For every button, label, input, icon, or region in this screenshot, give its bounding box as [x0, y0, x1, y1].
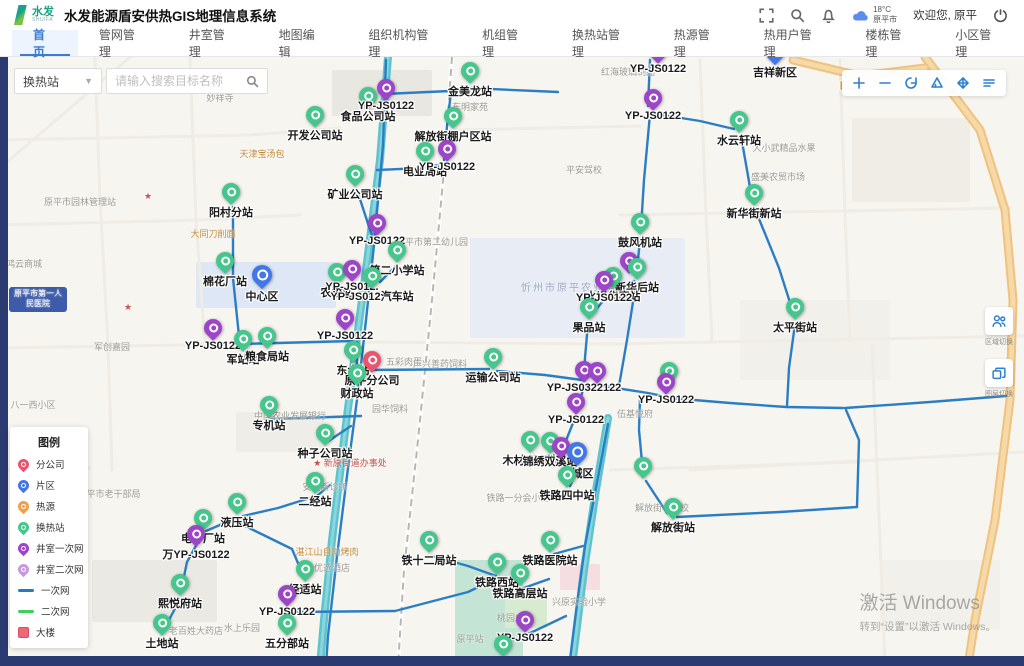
chevron-down-icon: ▼: [84, 76, 93, 86]
page-title: 水发能源盾安供热GIS地理信息系统: [64, 5, 276, 25]
tab-机组管理[interactable]: 机组管理: [461, 30, 551, 56]
legend-pin-icon: [16, 540, 32, 556]
tab-管网管理[interactable]: 管网管理: [78, 30, 168, 56]
zoom-out-button[interactable]: [874, 72, 896, 94]
welcome-text: 欢迎您, 原平: [913, 7, 977, 23]
layer-list-icon: [982, 76, 996, 90]
map-edge-bottom: [0, 656, 1024, 666]
legend-title: 图例: [18, 434, 80, 450]
weather-city: 原平市: [873, 15, 897, 25]
region-switch-icon: [991, 313, 1007, 329]
search-box: [106, 68, 268, 94]
map-search-bar: 换热站 ▼: [14, 68, 268, 94]
cloud-icon: [852, 9, 869, 22]
legend-item-井室一次网: 井室一次网: [18, 541, 80, 555]
legend-pin-icon: [16, 519, 32, 535]
legend-square-swatch: [18, 627, 29, 638]
legend-pin-icon: [16, 477, 32, 493]
tab-热用户管理[interactable]: 热用户管理: [743, 30, 845, 56]
legend-item-换热站: 换热站: [18, 520, 80, 534]
search-type-select[interactable]: 换热站 ▼: [14, 68, 102, 94]
region-switch-button[interactable]: 区域切换: [982, 307, 1016, 347]
tab-地图编辑[interactable]: 地图编辑: [258, 30, 348, 56]
legend-item-大楼: 大楼: [18, 625, 80, 639]
tab-热源管理[interactable]: 热源管理: [653, 30, 743, 56]
tab-井室管理[interactable]: 井室管理: [168, 30, 258, 56]
measure-icon: [930, 76, 944, 90]
measure-button[interactable]: [926, 72, 948, 94]
search-icon[interactable]: [790, 8, 805, 23]
tab-组织机构管理[interactable]: 组织机构管理: [347, 30, 461, 56]
logout-icon[interactable]: [993, 8, 1008, 23]
map-side-tools: 区域切换图层切换: [982, 307, 1016, 399]
pan-icon: [956, 76, 970, 90]
zoom-in-button[interactable]: [848, 72, 870, 94]
layer-switch-button[interactable]: 图层切换: [982, 359, 1016, 399]
map-canvas[interactable]: 原平市实验中学妙祥寺天津宝汤包原平市园林管理站大同刀削面原平市第二幼儿园忻州市原…: [0, 57, 1024, 666]
tab-楼栋管理[interactable]: 楼栋管理: [844, 30, 934, 56]
logo-icon: [14, 5, 29, 25]
legend-line-swatch: [18, 610, 34, 613]
app-logo: 水发 SHUIFA: [14, 5, 54, 25]
tab-首页[interactable]: 首页: [12, 30, 78, 56]
layer-list-button[interactable]: [978, 72, 1000, 94]
main-nav: 首页管网管理井室管理地图编辑组织机构管理机组管理换热站管理热源管理热用户管理楼栋…: [0, 30, 1024, 57]
zoom-in-icon: [852, 76, 866, 90]
legend-pin-icon: [16, 498, 32, 514]
layer-switch-icon: [991, 365, 1007, 381]
zoom-out-icon: [878, 76, 892, 90]
legend-pin-icon: [16, 456, 32, 472]
legend-item-一次网: 一次网: [18, 583, 80, 597]
legend-item-片区: 片区: [18, 478, 80, 492]
legend-item-井室二次网: 井室二次网: [18, 562, 80, 576]
map-edge-left: [0, 57, 8, 666]
legend-pin-icon: [16, 561, 32, 577]
tab-小区管理[interactable]: 小区管理: [934, 30, 1024, 56]
legend-item-热源: 热源: [18, 499, 80, 513]
search-input[interactable]: [115, 74, 246, 88]
reset-icon: [904, 76, 918, 90]
logo-text-en: SHUIFA: [32, 18, 54, 23]
legend-line-swatch: [18, 589, 34, 592]
legend-item-二次网: 二次网: [18, 604, 80, 618]
search-icon[interactable]: [246, 75, 259, 88]
weather-widget[interactable]: 18°C 原平市: [852, 5, 897, 25]
reset-button[interactable]: [900, 72, 922, 94]
fullscreen-icon[interactable]: [759, 8, 774, 23]
legend-panel: 图例 分公司片区热源换热站井室一次网井室二次网一次网二次网大楼: [10, 427, 88, 648]
tab-换热站管理[interactable]: 换热站管理: [551, 30, 653, 56]
search-type-value: 换热站: [23, 73, 59, 90]
bell-icon[interactable]: [821, 8, 836, 23]
legend-item-分公司: 分公司: [18, 457, 80, 471]
map-tool-bar: [842, 70, 1006, 96]
pan-button[interactable]: [952, 72, 974, 94]
weather-temp: 18°C: [873, 5, 897, 15]
